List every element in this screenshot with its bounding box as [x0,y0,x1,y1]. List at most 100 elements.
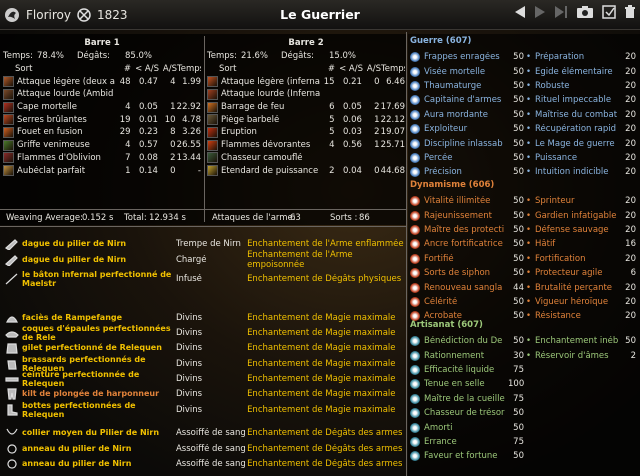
skill-row[interactable]: Étendard de puissance 2 0.04 0 44.68 [207,164,405,177]
cp-star[interactable]: Sorts de siphon 50 [410,266,524,280]
item-name: collier moyen du Pilier de Nirn [22,428,160,437]
item-trait: Divins [175,373,203,384]
skill-row[interactable]: Chasseur camouflé [207,152,405,165]
equipment-item[interactable]: anneau du pilier de Nirn Assoiffé de sang… [0,441,405,456]
bar-summary: Temps: 78.4% Dégâts: 85.0% [3,50,201,63]
cp-star[interactable]: Aura mordante 50 [410,108,524,122]
cp-star[interactable]: • Robuste 20 [526,79,636,93]
trash-icon[interactable] [624,5,636,19]
star-value: 50 [513,167,524,178]
cp-star[interactable]: • Vigueur héroïque 20 [526,295,636,309]
settings-icon[interactable] [602,5,616,19]
cp-star[interactable]: • Fortification 20 [526,252,636,266]
cp-dynamisme-title: Dynamisme (606) [410,180,495,190]
cp-star[interactable]: • Puissance 20 [526,151,636,165]
cp-star[interactable]: • Défense sauvage 20 [526,223,636,237]
skill-row[interactable]: Attaque légère (deux a 48 0.47 4 1.99 [3,75,201,88]
cp-star[interactable]: • Préparation 20 [526,50,636,64]
skill-before-as: 0.56 [343,140,362,151]
cp-star[interactable]: Frappes enragées 50 [410,50,524,64]
cp-star[interactable]: • Maîtrise du combat 20 [526,108,636,122]
cp-star[interactable]: Tenue en selle 100 [410,377,524,391]
cp-star[interactable]: Précision 50 [410,165,524,179]
cp-star[interactable]: Rajeunissement 50 [410,208,524,222]
cp-star[interactable]: Renouveau sangla 44 [410,280,524,294]
cp-star[interactable]: • Réservoir d'âmes 2 [526,348,636,362]
cp-star[interactable]: • Rituel impeccable 20 [526,93,636,107]
skill-icon [207,126,218,138]
star-icon [410,109,420,120]
cp-star[interactable]: • Intuition indicible 20 [526,165,636,179]
star-name: Visée mortelle [424,66,486,77]
equipment-item[interactable]: dague du pilier de Nirn Chargé Enchantemen… [0,250,405,270]
skill-icon [3,152,14,164]
cp-star[interactable]: Fortifié 50 [410,252,524,266]
equipment-item[interactable]: le bâton infernal perfectionné de Maelst… [0,270,405,288]
skill-row[interactable]: Griffe venimeuse 4 0.57 0 26.55 [3,139,201,152]
cp-star[interactable]: • Égide élémentaire 20 [526,64,636,78]
cp-star[interactable]: • Le Mage de guerre 20 [526,136,636,150]
cp-star[interactable]: Maître des protecti 50 [410,223,524,237]
skill-row[interactable]: Attaque lourde (Ambid [3,88,201,101]
equipment-item[interactable]: coques d'épaules perfectionnées de Rele D… [0,324,405,342]
skill-row[interactable]: Attaque légère (inferna 15 0.21 0 6.46 [207,75,405,88]
cp-star[interactable]: • Hâtif 16 [526,237,636,251]
star-name: Robuste [535,80,570,91]
cp-star[interactable]: Discipline inlassab 50 [410,136,524,150]
cp-star[interactable]: Maître de la cueille 75 [410,392,524,406]
cp-star[interactable]: Ancre fortificatrice 50 [410,237,524,251]
player-name: Floriroy [26,7,71,22]
cp-star[interactable]: Bénédiction du De 50 [410,334,524,348]
cp-star[interactable]: Exploiteur 50 [410,122,524,136]
cp-star[interactable]: Vitalité illimitée 50 [410,194,524,208]
next-icon[interactable] [534,5,546,19]
cp-star[interactable]: Capitaine d'armes 50 [410,93,524,107]
bullet-icon: • [526,52,532,63]
equipment-item[interactable]: anneau du pilier de Nirn Assoiffé de sang… [0,456,405,471]
skill-row[interactable]: Flammes dévorantes 4 0.56 1 25.71 [207,139,405,152]
star-name: Fortifié [424,253,454,264]
skill-as: 1 [170,102,176,113]
cp-star[interactable]: • Résistance 20 [526,309,636,323]
cp-star[interactable]: • Brutalité perçante 20 [526,280,636,294]
previous-icon[interactable] [514,5,526,19]
cp-star[interactable]: • Récupération rapid 20 [526,122,636,136]
equipment-item[interactable]: bottes perfectionnées de Relequen Divins E… [0,401,405,419]
bullet-icon: • [526,210,532,221]
skill-row[interactable]: Cape mortelle 4 0.05 1 22.92 [3,101,201,114]
cp-star[interactable]: Errance 75 [410,435,524,449]
skill-row[interactable]: Eruption 5 0.03 2 19.07 [207,126,405,139]
screenshot-icon[interactable] [576,5,594,19]
cp-star[interactable]: • Sprinteur 20 [526,194,636,208]
skill-casts: 4 [125,140,131,151]
cp-star[interactable]: Thaumaturge 50 [410,79,524,93]
cp-star[interactable]: Chasseur de trésor 50 [410,406,524,420]
equipment-item[interactable]: gilet perfectionné de Relequen Divins Ench… [0,340,405,355]
skill-row[interactable]: Barrage de feu 6 0.05 2 17.69 [207,101,405,114]
skill-as: 0 [170,165,176,176]
equipment-item[interactable]: collier moyen du Pilier de Nirn Assoiffé … [0,425,405,440]
skill-row[interactable]: Attaque lourde (Inferna [207,88,405,101]
equipment-item[interactable]: ceinture perfectionnée de Relequen Divins… [0,370,405,388]
skill-row[interactable]: Fouet en fusion 29 0.23 8 3.26 [3,126,201,139]
skill-row[interactable]: Serres brûlantes 19 0.01 10 4.78 [3,113,201,126]
cp-star[interactable]: Efficacité liquide 75 [410,363,524,377]
star-icon [410,379,420,390]
cp-star[interactable]: Percée 50 [410,151,524,165]
star-icon [410,124,420,135]
cp-star[interactable]: Visée mortelle 50 [410,64,524,78]
skill-row[interactable]: Aubéclat parfait 1 0.14 0 - [3,164,201,177]
cp-star[interactable]: • Protecteur agile 6 [526,266,636,280]
last-icon[interactable] [554,5,568,19]
cp-star[interactable]: Faveur et fortune 50 [410,449,524,463]
cp-star[interactable]: Amorti 50 [410,420,524,434]
cp-star[interactable]: • Enchantement inéb 50 [526,334,636,348]
skill-row[interactable]: Flammes d'Oblivion 7 0.08 2 13.44 [3,152,201,165]
star-name: Vigueur héroïque [535,296,609,307]
cp-star[interactable]: Rationnement 30 [410,348,524,362]
skill-icon [207,88,218,100]
equipment-item[interactable]: kilt de plongée de harponneur Divins Encha… [0,386,405,401]
skill-row[interactable]: Piège barbelé 5 0.06 1 22.12 [207,113,405,126]
cp-star[interactable]: • Gardien infatigable 20 [526,208,636,222]
cp-star[interactable]: Célérité 50 [410,295,524,309]
